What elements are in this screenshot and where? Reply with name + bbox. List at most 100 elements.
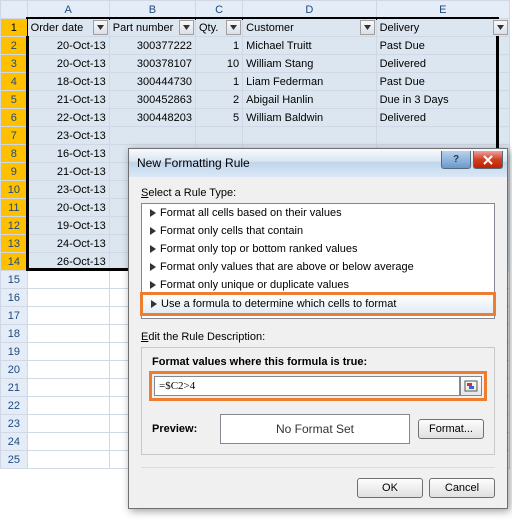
select-all-corner[interactable] [1, 1, 28, 19]
row-header[interactable]: 8 [1, 145, 28, 163]
cell[interactable]: 18-Oct-13 [27, 73, 109, 91]
rule-type-list[interactable]: Format all cells based on their values F… [141, 203, 495, 319]
row-header[interactable]: 15 [1, 271, 28, 289]
cell[interactable]: Past Due [376, 73, 509, 91]
cell[interactable]: 16-Oct-13 [27, 145, 109, 163]
cell[interactable] [376, 127, 509, 145]
cell[interactable]: William Baldwin [243, 109, 376, 127]
rule-type-item[interactable]: Format only unique or duplicate values [142, 276, 494, 294]
cell[interactable] [27, 325, 109, 343]
cell[interactable] [27, 451, 109, 469]
row-header[interactable]: 25 [1, 451, 28, 469]
cell[interactable]: Abigail Hanlin [243, 91, 376, 109]
col-header-d[interactable]: D [243, 1, 376, 19]
filter-dropdown-icon[interactable] [179, 20, 194, 35]
cell[interactable]: 1 [195, 37, 242, 55]
table-header-cell[interactable]: Customer [243, 19, 376, 37]
col-header-e[interactable]: E [376, 1, 509, 19]
collapse-dialog-icon[interactable] [460, 376, 482, 396]
cell[interactable]: 24-Oct-13 [27, 235, 109, 253]
formula-input[interactable] [154, 376, 460, 396]
row-header[interactable]: 7 [1, 127, 28, 145]
row-header[interactable]: 3 [1, 55, 28, 73]
row-header[interactable]: 9 [1, 163, 28, 181]
row-header[interactable]: 13 [1, 235, 28, 253]
rule-type-item[interactable]: Format only top or bottom ranked values [142, 240, 494, 258]
cell[interactable]: 20-Oct-13 [27, 55, 109, 73]
row-header[interactable]: 23 [1, 415, 28, 433]
row-header[interactable]: 21 [1, 379, 28, 397]
cell[interactable]: 19-Oct-13 [27, 217, 109, 235]
help-button[interactable]: ? [441, 151, 471, 169]
filter-dropdown-icon[interactable] [493, 20, 508, 35]
cell[interactable]: 1 [195, 73, 242, 91]
rule-type-item-selected[interactable]: Use a formula to determine which cells t… [142, 294, 494, 314]
cell[interactable] [27, 307, 109, 325]
cell[interactable]: Michael Truitt [243, 37, 376, 55]
row-header[interactable]: 24 [1, 433, 28, 451]
row-header[interactable]: 2 [1, 37, 28, 55]
rule-type-item[interactable]: Format only values that are above or bel… [142, 258, 494, 276]
row-header[interactable]: 11 [1, 199, 28, 217]
row-header[interactable]: 6 [1, 109, 28, 127]
cell[interactable]: 300378107 [109, 55, 195, 73]
cell[interactable]: 300444730 [109, 73, 195, 91]
cell[interactable]: 26-Oct-13 [27, 253, 109, 271]
cell[interactable]: 21-Oct-13 [27, 163, 109, 181]
row-header[interactable]: 16 [1, 289, 28, 307]
row-header[interactable]: 18 [1, 325, 28, 343]
cell[interactable] [27, 397, 109, 415]
cell[interactable] [27, 415, 109, 433]
format-button[interactable]: Format... [418, 419, 484, 439]
row-header[interactable]: 4 [1, 73, 28, 91]
cell[interactable]: 5 [195, 109, 242, 127]
table-header-cell[interactable]: Qty. [195, 19, 242, 37]
cell[interactable] [195, 127, 242, 145]
cell[interactable]: Due in 3 Days [376, 91, 509, 109]
close-button[interactable] [473, 151, 503, 169]
rule-type-item[interactable]: Format all cells based on their values [142, 204, 494, 222]
cell[interactable]: 21-Oct-13 [27, 91, 109, 109]
ok-button[interactable]: OK [357, 478, 423, 498]
table-header-cell[interactable]: Order date [27, 19, 109, 37]
cell[interactable] [243, 127, 376, 145]
cell[interactable]: Past Due [376, 37, 509, 55]
cell[interactable] [27, 289, 109, 307]
cell[interactable]: 22-Oct-13 [27, 109, 109, 127]
rule-type-item[interactable]: Format only cells that contain [142, 222, 494, 240]
cancel-button[interactable]: Cancel [429, 478, 495, 498]
cell[interactable]: Delivered [376, 55, 509, 73]
cell[interactable]: Delivered [376, 109, 509, 127]
dialog-titlebar[interactable]: New Formatting Rule ? [129, 149, 507, 177]
col-header-b[interactable]: B [109, 1, 195, 19]
cell[interactable]: 2 [195, 91, 242, 109]
cell[interactable] [27, 343, 109, 361]
cell[interactable] [27, 433, 109, 451]
row-header[interactable]: 10 [1, 181, 28, 199]
cell[interactable] [27, 379, 109, 397]
cell[interactable] [109, 127, 195, 145]
cell[interactable]: 20-Oct-13 [27, 199, 109, 217]
row-header[interactable]: 5 [1, 91, 28, 109]
cell[interactable]: 20-Oct-13 [27, 37, 109, 55]
filter-dropdown-icon[interactable] [93, 20, 108, 35]
cell[interactable]: Liam Federman [243, 73, 376, 91]
cell[interactable] [27, 361, 109, 379]
row-header[interactable]: 20 [1, 361, 28, 379]
filter-dropdown-icon[interactable] [360, 20, 375, 35]
cell[interactable]: 23-Oct-13 [27, 127, 109, 145]
cell[interactable]: 300452863 [109, 91, 195, 109]
cell[interactable]: 300377222 [109, 37, 195, 55]
row-header[interactable]: 12 [1, 217, 28, 235]
table-header-cell[interactable]: Part number [109, 19, 195, 37]
cell[interactable]: 300448203 [109, 109, 195, 127]
col-header-a[interactable]: A [27, 1, 109, 19]
table-header-cell[interactable]: Delivery [376, 19, 509, 37]
cell[interactable] [27, 271, 109, 289]
row-header[interactable]: 1 [1, 19, 28, 37]
cell[interactable]: 23-Oct-13 [27, 181, 109, 199]
col-header-c[interactable]: C [195, 1, 242, 19]
filter-dropdown-icon[interactable] [226, 20, 241, 35]
cell[interactable]: William Stang [243, 55, 376, 73]
row-header[interactable]: 17 [1, 307, 28, 325]
